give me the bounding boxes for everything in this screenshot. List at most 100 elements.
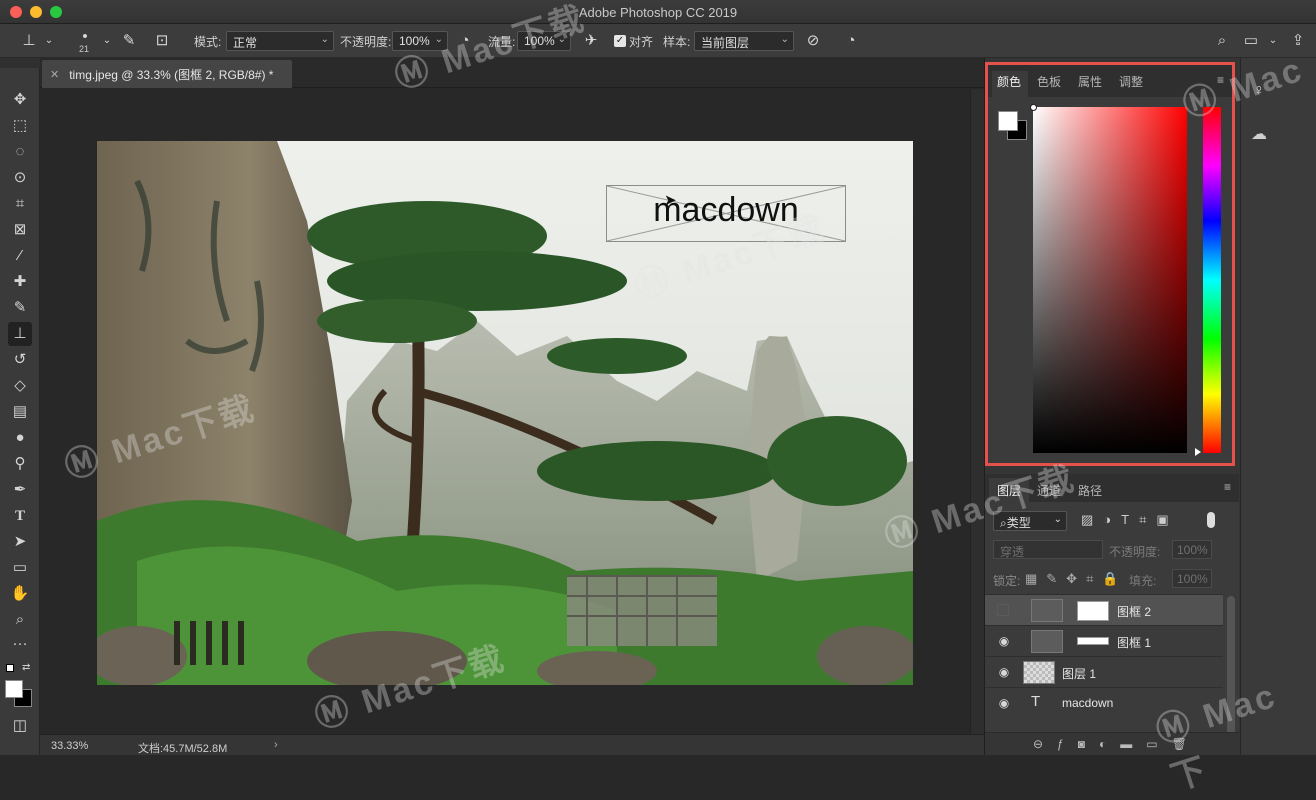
foreground-color-swatch[interactable] xyxy=(998,111,1018,131)
clone-source-icon[interactable]: ⊡ xyxy=(153,32,171,50)
chevron-down-icon: ⌄ xyxy=(1053,514,1062,525)
workspace-icon[interactable]: ▭ xyxy=(1242,32,1260,50)
pen-tool-icon[interactable]: ✒ xyxy=(8,478,32,502)
chevron-down-icon: ⌄ xyxy=(780,34,789,45)
rectangle-tool-icon[interactable]: ▭ xyxy=(8,556,32,580)
layer-opacity-label: 不透明度: xyxy=(1109,545,1161,559)
mode-select[interactable]: 正常 ⌄ xyxy=(226,31,334,51)
zoom-tool-icon[interactable]: ⌕ xyxy=(8,608,32,632)
lasso-tool-icon[interactable]: ◌ xyxy=(8,140,32,164)
eye-icon[interactable]: ◉ xyxy=(997,634,1011,648)
airbrush-icon[interactable]: ✈ xyxy=(582,32,600,50)
eraser-tool-icon[interactable]: ◇ xyxy=(8,374,32,398)
quick-select-tool-icon[interactable]: ⊙ xyxy=(8,166,32,190)
layer-row[interactable]: ◉ T macdown xyxy=(985,687,1223,718)
quick-mask-icon[interactable]: ◫ xyxy=(8,714,32,738)
share-icon[interactable]: ⇪ xyxy=(1289,32,1307,50)
swap-colors-icon[interactable]: ⇄ xyxy=(22,662,30,673)
toolbar-collapse-strip[interactable] xyxy=(0,58,40,68)
hand-tool-icon[interactable]: ✋ xyxy=(8,582,32,606)
visibility-toggle[interactable] xyxy=(997,604,1009,616)
tab-paths[interactable]: 路径 xyxy=(1078,482,1102,499)
brush-settings-icon[interactable]: ✎ xyxy=(120,32,138,50)
layer-filter-select[interactable]: ⌕类型 ⌄ xyxy=(993,511,1067,531)
healing-tool-icon[interactable]: ✚ xyxy=(8,270,32,294)
foreground-color-swatch[interactable] xyxy=(5,680,23,698)
learn-icon[interactable]: ♀ xyxy=(1253,82,1265,100)
tab-channels[interactable]: 通道 xyxy=(1037,482,1061,499)
lock-options-icons[interactable]: ▦✎✥⌗🔒 xyxy=(1025,571,1128,587)
vertical-scrollbar[interactable] xyxy=(970,89,984,734)
tab-properties[interactable]: 属性 xyxy=(1078,73,1102,90)
tab-color[interactable]: 颜色 xyxy=(997,73,1021,90)
flow-label: 流量: xyxy=(488,34,516,49)
dodge-tool-icon[interactable]: ⚲ xyxy=(8,452,32,476)
flow-value: 100% xyxy=(524,34,555,48)
aligned-label: 对齐 xyxy=(629,34,654,49)
ignore-adjustment-layers-icon[interactable]: ⊘ xyxy=(804,32,822,50)
frame-layer-thumbnail xyxy=(1031,599,1063,622)
clone-stamp-preset-icon[interactable]: ⊥ xyxy=(20,32,38,50)
brush-tool-icon[interactable]: ✎ xyxy=(8,296,32,320)
blend-mode-value: 穿透 xyxy=(1000,545,1025,559)
chevron-right-icon[interactable]: › xyxy=(274,739,278,751)
libraries-icon[interactable]: ☁ xyxy=(1251,124,1267,144)
tab-adjustments[interactable]: 调整 xyxy=(1119,73,1143,90)
move-tool-icon[interactable]: ✥ xyxy=(8,88,32,112)
eye-icon[interactable]: ◉ xyxy=(997,665,1011,679)
chevron-down-icon[interactable]: ⌄ xyxy=(40,32,58,50)
panel-menu-icon[interactable]: ≡ xyxy=(1224,480,1231,494)
layer-row[interactable]: ◉ 图框 1 xyxy=(985,625,1223,656)
tab-layers[interactable]: 图层 xyxy=(997,482,1021,499)
layer-filter-icons[interactable]: ▨◑T⌗▣ xyxy=(1081,512,1179,528)
pressure-opacity-icon[interactable]: ◔ xyxy=(456,32,474,50)
layer-opacity-input[interactable]: 100% xyxy=(1172,540,1212,559)
eyedropper-tool-icon[interactable]: ⁄ xyxy=(8,244,32,268)
pressure-size-icon[interactable]: ◔ xyxy=(842,32,860,50)
layer-row[interactable]: ◉ 图层 1 xyxy=(985,656,1223,687)
collapsed-panel-dock: ♀ ☁ xyxy=(1240,58,1316,755)
filter-toggle[interactable] xyxy=(1207,512,1215,528)
color-picker-field[interactable] xyxy=(1033,107,1187,453)
hue-slider[interactable] xyxy=(1203,107,1221,453)
tab-swatches[interactable]: 色板 xyxy=(1037,73,1061,90)
layer-actions-icons[interactable]: ⊖ƒ◙◐▬▭🗑 xyxy=(1033,737,1201,751)
frame-tool-icon[interactable]: ⊠ xyxy=(8,218,32,242)
chevron-down-icon[interactable]: ⌄ xyxy=(98,32,116,50)
close-icon[interactable]: ✕ xyxy=(50,68,59,81)
layers-panel-tabs: 图层 通道 路径 ≡ xyxy=(985,474,1239,502)
blend-mode-select[interactable]: 穿透 xyxy=(993,540,1103,559)
layer-row[interactable]: 图框 2 xyxy=(985,594,1223,625)
layer-name: macdown xyxy=(1062,696,1114,710)
color-panel: 颜色 色板 属性 调整 ≡ xyxy=(985,62,1235,466)
document-tab[interactable]: ✕ timg.jpeg @ 33.3% (图框 2, RGB/8#) * xyxy=(42,60,292,88)
layers-scrollbar[interactable] xyxy=(1227,596,1235,736)
cursor-icon: ➤ xyxy=(664,192,677,209)
blur-tool-icon[interactable]: ● xyxy=(8,426,32,450)
marquee-tool-icon[interactable]: ⬚ xyxy=(8,114,32,138)
default-colors-icon[interactable] xyxy=(6,664,14,672)
type-tool-icon[interactable]: T xyxy=(8,504,32,528)
color-panel-tabs: 颜色 色板 属性 调整 ≡ xyxy=(988,65,1232,97)
gradient-tool-icon[interactable]: ▤ xyxy=(8,400,32,424)
zoom-level[interactable]: 33.33% xyxy=(51,740,88,752)
sample-select[interactable]: 当前图层 ⌄ xyxy=(694,31,794,51)
more-tools-icon[interactable]: ··· xyxy=(8,632,32,656)
panel-menu-icon[interactable]: ≡ xyxy=(1217,73,1224,87)
color-picker-marker[interactable] xyxy=(1030,104,1037,111)
eye-icon[interactable]: ◉ xyxy=(997,696,1011,710)
chevron-down-icon[interactable]: ⌄ xyxy=(1264,32,1282,50)
aligned-checkbox[interactable]: ✓ xyxy=(614,35,626,47)
frame-text-layer[interactable]: macdown xyxy=(606,186,846,236)
path-select-tool-icon[interactable]: ➤ xyxy=(8,530,32,554)
crop-tool-icon[interactable]: ⌗ xyxy=(8,192,32,216)
opacity-input[interactable]: 100% ⌄ xyxy=(392,31,448,51)
search-icon[interactable]: ⌕ xyxy=(1213,32,1231,50)
flow-input[interactable]: 100% ⌄ xyxy=(517,31,571,51)
hue-slider-handle[interactable] xyxy=(1195,448,1201,456)
clone-stamp-tool-icon[interactable]: ⊥ xyxy=(8,322,32,346)
frame-layer-thumbnail xyxy=(1031,630,1063,653)
history-brush-tool-icon[interactable]: ↺ xyxy=(8,348,32,372)
tools-panel: ✥ ⬚ ◌ ⊙ ⌗ ⊠ ⁄ ✚ ✎ ⊥ ↺ ◇ ▤ ● ⚲ ✒ T ➤ ▭ ✋ … xyxy=(0,68,40,755)
fill-input[interactable]: 100% xyxy=(1172,569,1212,588)
